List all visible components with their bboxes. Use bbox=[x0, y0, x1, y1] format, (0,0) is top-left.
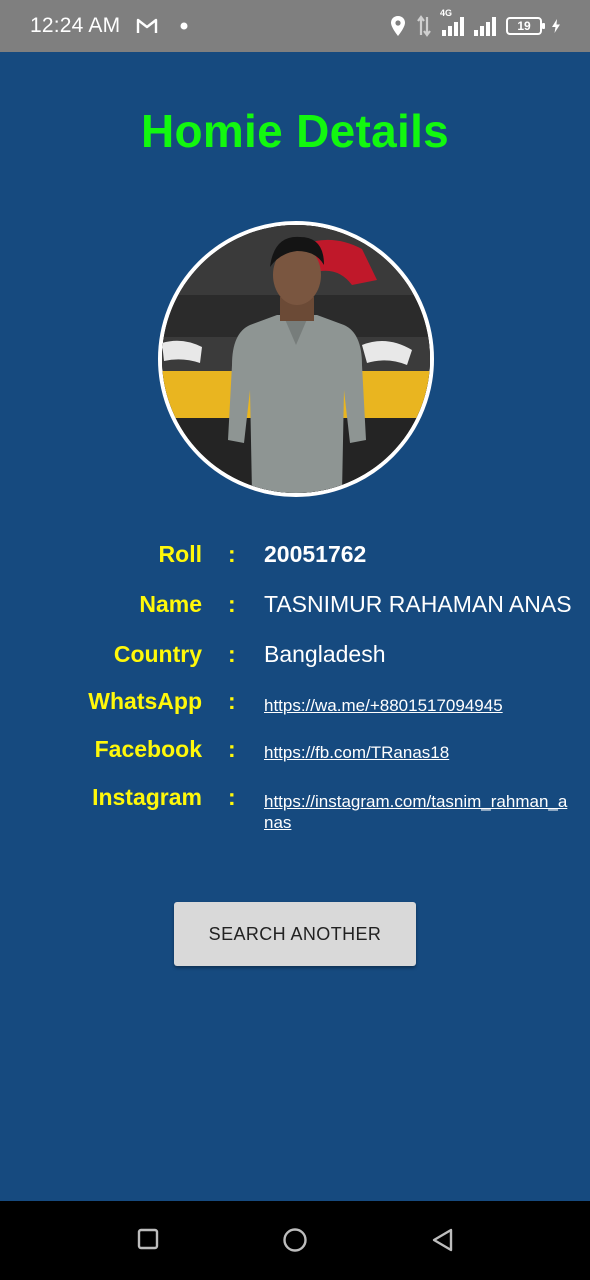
gmail-icon bbox=[137, 18, 158, 33]
roll-value: 20051762 bbox=[264, 541, 367, 567]
whatsapp-separator: : bbox=[228, 688, 236, 714]
whatsapp-label: WhatsApp bbox=[88, 688, 202, 714]
page-title: Homie Details bbox=[140, 105, 450, 157]
name-separator: : bbox=[228, 591, 236, 617]
dot-icon bbox=[180, 22, 188, 30]
detail-row-facebook: Facebook : https://fb.com/TRanas18 bbox=[0, 736, 590, 776]
country-separator: : bbox=[228, 641, 236, 667]
instagram-link[interactable]: https://instagram.com/tasnim_rahman_anas bbox=[264, 791, 576, 833]
data-arrows-icon bbox=[417, 15, 431, 37]
signal-icon: 4G bbox=[440, 8, 464, 36]
detail-row-name: Name : TASNIMUR RAHAMAN ANAS bbox=[0, 591, 590, 631]
avatar bbox=[158, 221, 434, 497]
location-icon bbox=[391, 16, 405, 36]
detail-row-roll: Roll : 20051762 bbox=[0, 541, 590, 581]
signal-icon-2 bbox=[474, 16, 496, 36]
home-circle-icon[interactable] bbox=[282, 1227, 308, 1253]
recents-square-icon[interactable] bbox=[136, 1227, 160, 1251]
whatsapp-link[interactable]: https://wa.me/+8801517094945 bbox=[264, 695, 576, 716]
roll-separator: : bbox=[228, 541, 236, 567]
facebook-label: Facebook bbox=[94, 736, 202, 762]
facebook-link[interactable]: https://fb.com/TRanas18 bbox=[264, 742, 576, 763]
detail-row-country: Country : Bangladesh bbox=[0, 641, 590, 681]
battery-icon: 19 bbox=[506, 17, 545, 35]
instagram-label: Instagram bbox=[92, 784, 202, 810]
battery-level: 19 bbox=[517, 19, 531, 33]
status-bar: 12:24 AM 4G 19 bbox=[0, 0, 590, 52]
profile-photo bbox=[162, 225, 430, 493]
country-label: Country bbox=[113, 641, 202, 667]
facebook-separator: : bbox=[228, 736, 236, 762]
detail-row-whatsapp: WhatsApp : https://wa.me/+8801517094945 bbox=[0, 688, 590, 728]
network-label: 4G bbox=[440, 8, 453, 18]
status-time: 12:24 AM bbox=[30, 14, 121, 37]
navigation-bar bbox=[0, 1201, 590, 1280]
screen: 12:24 AM 4G 19 Homie Details Roll: 2005… bbox=[0, 0, 590, 1280]
detail-row-instagram: Instagram : https://instagram.com/tasnim… bbox=[0, 784, 590, 832]
name-value: TASNIMUR RAHAMAN ANAS bbox=[264, 591, 572, 617]
country-value: Bangladesh bbox=[264, 641, 386, 667]
roll-label: Roll bbox=[158, 541, 202, 567]
instagram-separator: : bbox=[228, 784, 236, 810]
charging-icon bbox=[552, 19, 560, 33]
search-another-button[interactable]: SEARCH ANOTHER bbox=[174, 902, 416, 966]
back-triangle-icon[interactable] bbox=[430, 1227, 456, 1253]
name-label: Name bbox=[139, 591, 202, 617]
